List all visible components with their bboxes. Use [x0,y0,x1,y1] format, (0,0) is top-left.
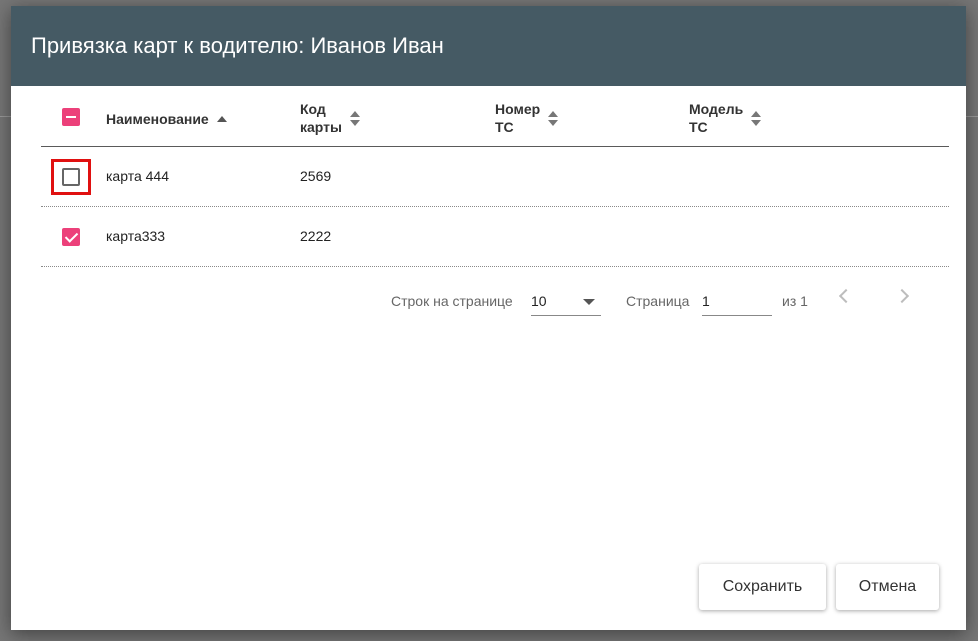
chevron-left-icon[interactable] [838,288,854,304]
table-row[interactable]: карта 444 2569 [41,147,949,207]
cancel-button[interactable]: Отмена [836,564,939,610]
rows-per-page-select[interactable]: 10 [531,288,601,316]
column-header-name[interactable]: Наименование [106,110,227,128]
cards-table: Наименование Код карты Номер ТС Модель Т… [41,92,949,267]
table-header: Наименование Код карты Номер ТС Модель Т… [41,92,949,147]
column-header-vehicle-model[interactable]: Модель ТС [689,100,762,136]
save-button[interactable]: Сохранить [699,564,826,610]
cell-card-code: 2569 [300,168,332,184]
table-row[interactable]: карта333 2222 [41,207,949,267]
pagination: Строк на странице 10 Страница 1 из 1 [41,274,949,324]
cell-name: карта 444 [106,168,169,184]
card-binding-dialog: Привязка карт к водителю: Иванов Иван На… [11,6,966,630]
column-header-vehicle-number-label: Номер ТС [495,101,541,135]
column-header-vehicle-number[interactable]: Номер ТС [495,100,559,136]
page-number-input[interactable]: 1 [702,288,772,316]
sort-ascending-icon [216,116,227,122]
sort-icon [548,110,559,126]
row-checkbox[interactable] [62,168,80,186]
dropdown-caret-icon [583,299,595,305]
rows-per-page-value: 10 [531,293,547,309]
cell-name: карта333 [106,228,166,244]
rows-per-page-label: Строк на странице [391,293,513,309]
chevron-right-icon[interactable] [894,288,910,304]
sort-icon [751,110,762,126]
dialog-header: Привязка карт к водителю: Иванов Иван [11,6,966,86]
page-total: из 1 [782,293,808,309]
page-number-value: 1 [702,293,710,309]
page-label: Страница [626,293,690,309]
dialog-title: Привязка карт к водителю: Иванов Иван [31,33,444,58]
column-header-name-label: Наименование [106,111,209,127]
row-checkbox[interactable] [62,228,80,246]
column-header-card-code[interactable]: Код карты [300,100,360,136]
cell-card-code: 2222 [300,228,332,244]
sort-icon [349,110,360,126]
select-all-checkbox[interactable] [62,108,80,126]
column-header-card-code-label: Код карты [300,101,342,135]
column-header-vehicle-model-label: Модель ТС [689,101,744,135]
